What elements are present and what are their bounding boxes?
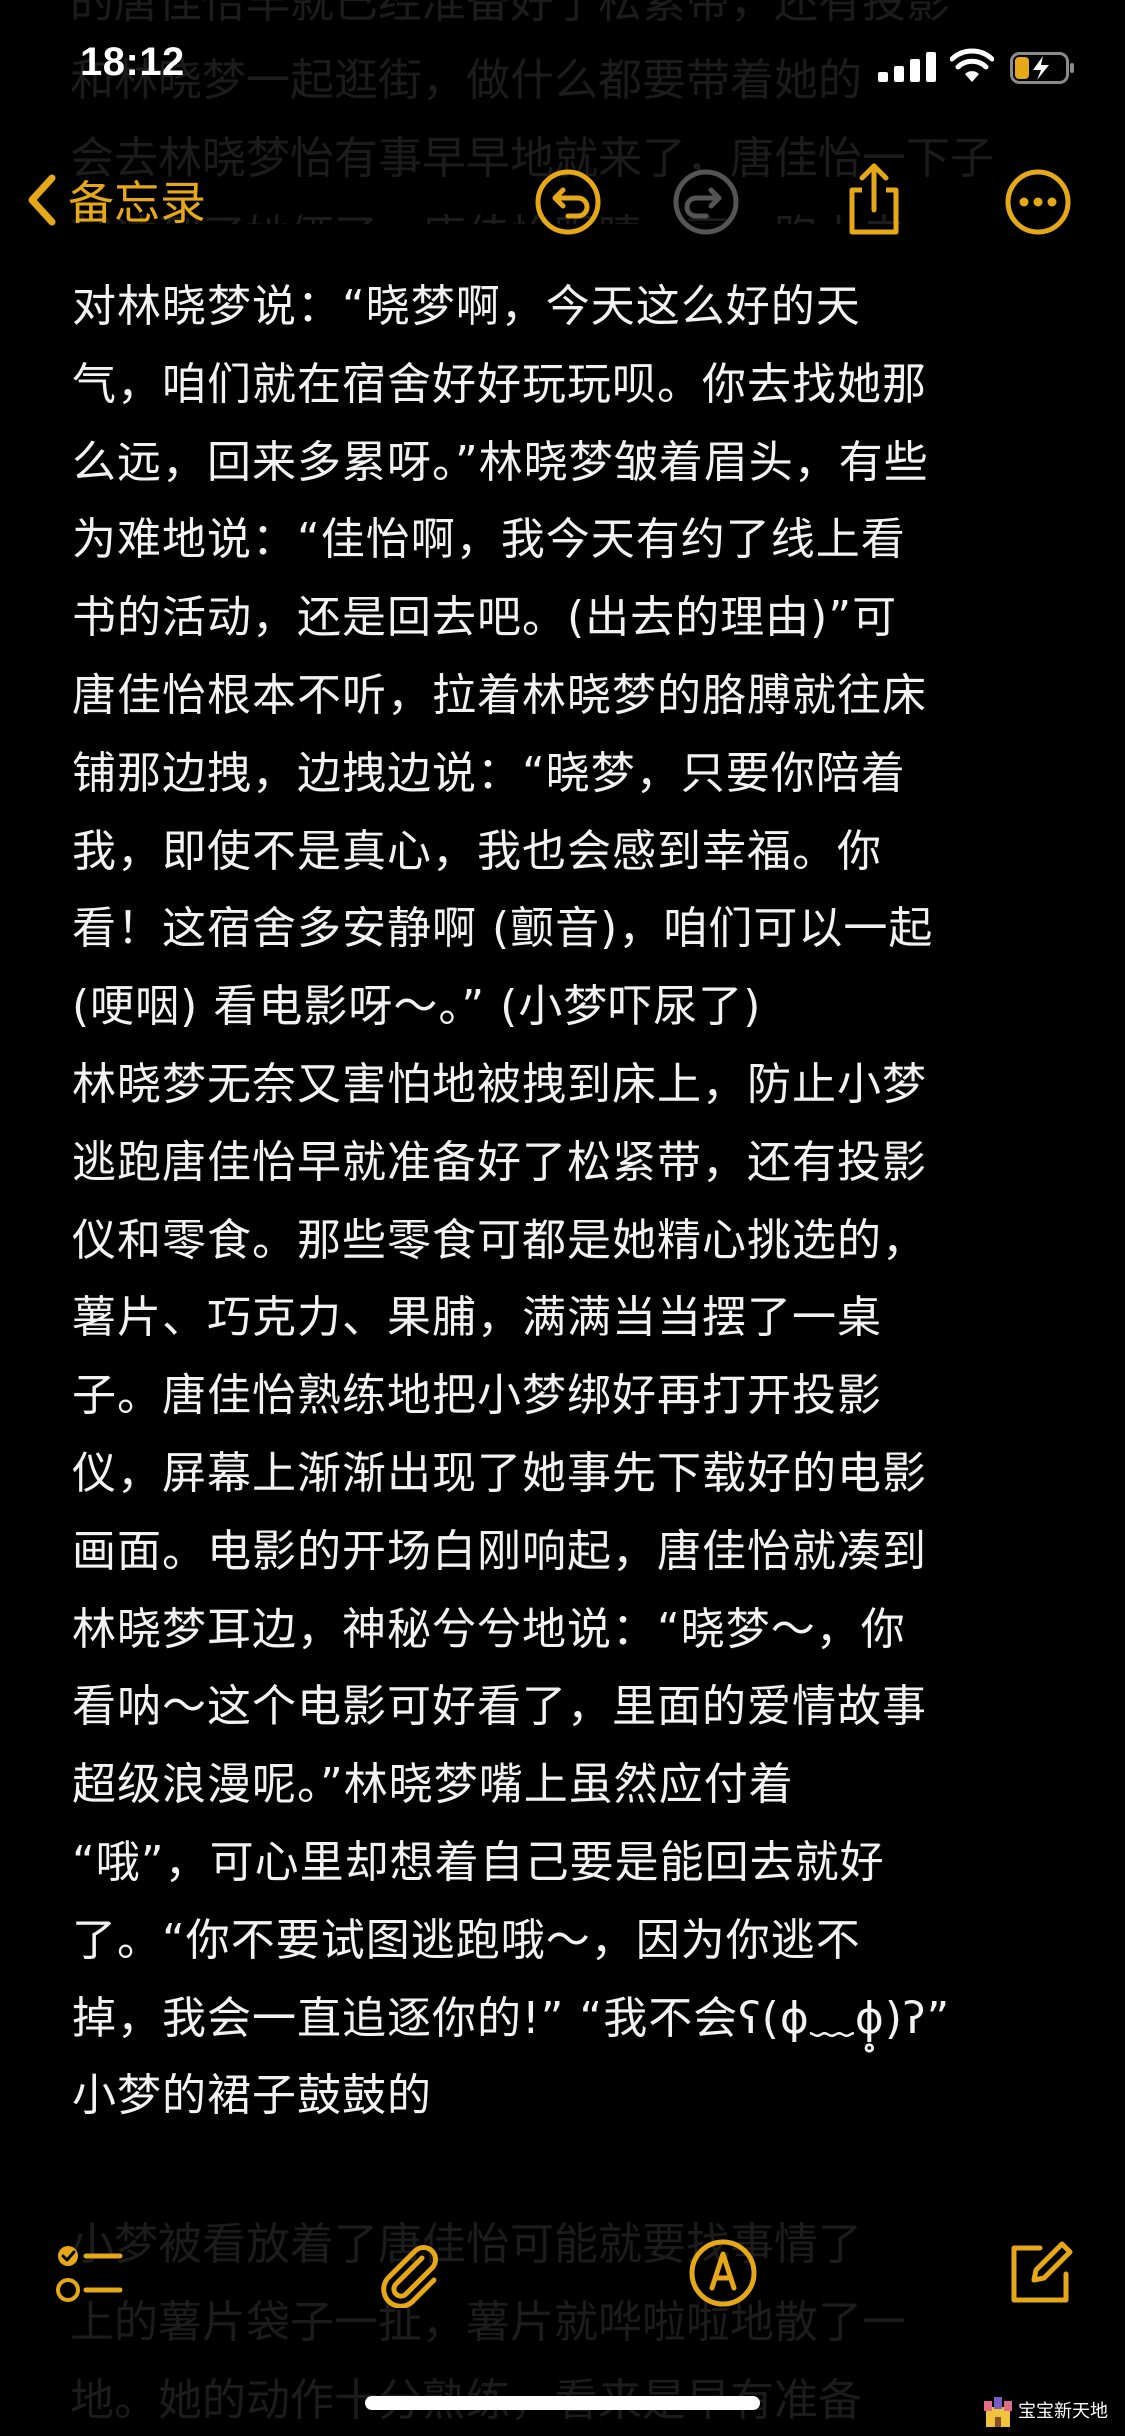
note-line: (哽咽) 看电影呀～。” (小梦吓尿了) xyxy=(72,981,762,1033)
note-line: 子。唐佳怡熟练地把小梦绑好再打开投影 xyxy=(72,1370,882,1422)
note-line: 林晓梦无奈又害怕地被拽到床上，防止小梦 xyxy=(72,1058,927,1110)
wifi-icon xyxy=(950,48,994,82)
cellular-signal-icon xyxy=(878,52,936,82)
note-line: 逃跑唐佳怡早就准备好了松紧带，还有投影 xyxy=(72,1136,927,1188)
note-line: 林晓梦耳边，神秘兮兮地说：“晓梦～，你 xyxy=(72,1603,906,1655)
note-body[interactable]: 对林晓梦说：“晓梦啊，今天这么好的天 气，咱们就在宿舍好好玩玩呗。你去找她那 么… xyxy=(72,268,1072,2138)
watermark: 宝宝新天地 xyxy=(982,2392,1122,2432)
undo-icon[interactable] xyxy=(534,168,602,236)
note-line: 看呐～这个电影可好看了，里面的爱情故事 xyxy=(72,1681,927,1733)
note-line: 为难地说：“佳怡啊，我今天有约了线上看 xyxy=(72,514,906,566)
note-line: 我，即使不是真心，我也会感到幸福。你 xyxy=(72,825,882,877)
note-line: 超级浪漫呢。”林晓梦嘴上虽然应付着 xyxy=(72,1759,794,1811)
castle-logo-icon xyxy=(984,2397,1012,2427)
compose-icon[interactable] xyxy=(1004,2238,1074,2308)
note-line: 看！这宿舍多安静啊 (颤音)，咱们可以一起 xyxy=(72,903,934,955)
note-line: 小梦的裙子鼓鼓的 xyxy=(72,2070,432,2122)
share-icon[interactable] xyxy=(840,160,908,238)
navigation-bar: 备忘录 xyxy=(0,150,1125,250)
watermark-text: 宝宝新天地 xyxy=(1018,2401,1108,2422)
more-icon[interactable] xyxy=(1004,168,1072,236)
note-line: 气，咱们就在宿舍好好玩玩呗。你去找她那 xyxy=(72,358,927,410)
home-indicator[interactable] xyxy=(365,2396,760,2410)
checklist-icon[interactable] xyxy=(54,2238,124,2308)
note-line: 薯片、巧克力、果脯，满满当当摆了一桌 xyxy=(72,1292,882,1344)
note-line: 仪和零食。那些零食可都是她精心挑选的， xyxy=(72,1214,927,1266)
redo-icon[interactable] xyxy=(672,168,740,236)
note-line: 画面。电影的开场白刚响起，唐佳怡就凑到 xyxy=(72,1525,927,1577)
attachment-icon[interactable] xyxy=(374,2238,444,2308)
note-line: “哦”，可心里却想着自己要是能回去就好 xyxy=(72,1836,885,1888)
note-line: 仪，屏幕上渐渐出现了她事先下载好的电影 xyxy=(72,1447,927,1499)
back-button[interactable]: 备忘录 xyxy=(22,162,206,238)
back-label: 备忘录 xyxy=(68,176,206,230)
note-line: 掉，我会一直追逐你的!” “我不会ʕ(ɸ﹏ɸ̥̥)ʔ” xyxy=(72,1992,951,2044)
battery-charging-icon xyxy=(1010,52,1074,84)
status-bar: 18:12 xyxy=(0,0,1125,140)
note-line: 么远，回来多累呀。”林晓梦皱着眉头，有些 xyxy=(72,436,929,488)
note-line: 了。“你不要试图逃跑哦～，因为你逃不 xyxy=(72,1914,861,1966)
markup-icon[interactable] xyxy=(688,2238,758,2308)
status-time: 18:12 xyxy=(80,40,185,84)
note-line: 书的活动，还是回去吧。(出去的理由)”可 xyxy=(72,592,898,644)
note-line: 唐佳怡根本不听，拉着林晓梦的胳膊就往床 xyxy=(72,669,927,721)
chevron-left-icon xyxy=(28,174,56,226)
bottom-toolbar xyxy=(0,2230,1125,2310)
note-line: 对林晓梦说：“晓梦啊，今天这么好的天 xyxy=(72,281,861,332)
note-line: 铺那边拽，边拽边说：“晓梦，只要你陪着 xyxy=(72,747,906,799)
